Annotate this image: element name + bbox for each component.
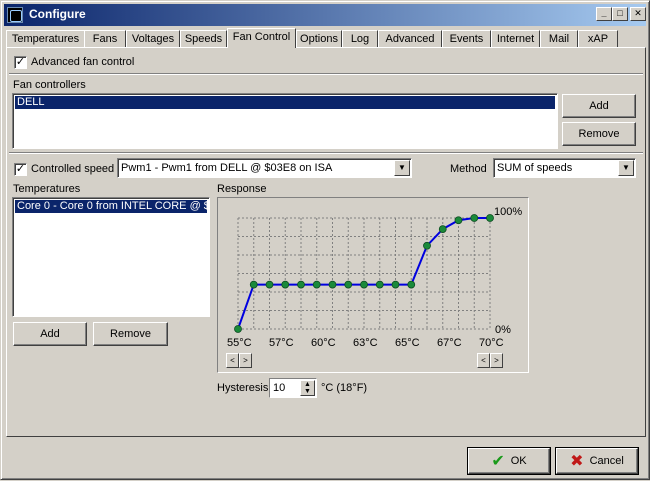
hysteresis-label: Hysteresis: [217, 382, 269, 394]
divider: [9, 73, 643, 75]
method-label: Method: [450, 163, 487, 175]
method-select[interactable]: SUM of speeds ▼: [493, 158, 636, 178]
x-tick-60: 60°C: [311, 337, 336, 349]
tab-options[interactable]: Options: [296, 30, 342, 48]
ok-button[interactable]: ✔ OK: [468, 448, 550, 474]
x-tick-63: 63°C: [353, 337, 378, 349]
divider: [9, 152, 643, 154]
check-icon: ✔: [491, 453, 505, 470]
tab-events[interactable]: Events: [442, 30, 491, 48]
temperatures-list[interactable]: Core 0 - Core 0 from INTEL CORE @ $0: [12, 197, 210, 317]
x-tick-55: 55°C: [227, 337, 252, 349]
chevron-down-icon[interactable]: ▼: [394, 160, 410, 176]
tab-strip: Temperatures Fans Voltages Speeds Fan Co…: [6, 28, 646, 48]
controlled-speed-value: Pwm1 - Pwm1 from DELL @ $03E8 on ISA: [121, 162, 333, 174]
configure-window: Configure _ □ ✕ Temperatures Fans Voltag…: [0, 0, 650, 480]
tab-speeds[interactable]: Speeds: [180, 30, 227, 48]
remove-temperature-button[interactable]: Remove: [93, 322, 168, 346]
add-temperature-button[interactable]: Add: [13, 322, 87, 346]
maximize-button[interactable]: □: [612, 7, 628, 21]
x-tick-67: 67°C: [437, 337, 462, 349]
ok-button-label: OK: [510, 455, 527, 467]
window-title: Configure: [29, 7, 86, 21]
tab-internet[interactable]: Internet: [491, 30, 540, 48]
right-arrow-button[interactable]: >: [239, 353, 252, 368]
tab-fans[interactable]: Fans: [84, 30, 126, 48]
tab-mail[interactable]: Mail: [540, 30, 578, 48]
x-icon: ✖: [570, 453, 584, 470]
close-button[interactable]: ✕: [630, 7, 646, 21]
hysteresis-unit: °C (18°F): [321, 382, 368, 394]
remove-controller-button[interactable]: Remove: [562, 122, 636, 146]
hysteresis-value: 10: [273, 382, 286, 394]
tab-fan-control[interactable]: Fan Control: [227, 28, 296, 48]
chevron-down-icon[interactable]: ▼: [618, 160, 634, 176]
y-min-label: 0%: [495, 324, 511, 336]
cancel-button-label: Cancel: [589, 455, 624, 467]
fan-controllers-list[interactable]: DELL: [12, 93, 558, 149]
add-controller-button[interactable]: Add: [562, 94, 636, 118]
hysteresis-stepper[interactable]: 10 ▲ ▼: [269, 378, 317, 398]
left-arrow-button[interactable]: <: [226, 353, 239, 368]
list-item-core0[interactable]: Core 0 - Core 0 from INTEL CORE @ $0: [15, 200, 207, 213]
advanced-fan-control-label: Advanced fan control: [31, 56, 135, 68]
x-tick-65: 65°C: [395, 337, 420, 349]
y-max-label: 100%: [494, 206, 523, 218]
spin-arrows-icon[interactable]: ▲ ▼: [300, 380, 315, 396]
fan-controllers-label: Fan controllers: [13, 79, 86, 91]
advanced-fan-control-checkbox[interactable]: ✓: [14, 56, 27, 69]
minimize-button[interactable]: _: [596, 7, 612, 21]
method-value: SUM of speeds: [497, 162, 573, 174]
title-bar[interactable]: Configure _ □ ✕: [4, 4, 646, 26]
response-label: Response: [217, 183, 267, 195]
list-item-dell[interactable]: DELL: [15, 96, 555, 109]
cancel-button[interactable]: ✖ Cancel: [556, 448, 638, 474]
tab-voltages[interactable]: Voltages: [126, 30, 180, 48]
tab-log[interactable]: Log: [342, 30, 378, 48]
controlled-speed-label: Controlled speed: [31, 163, 115, 175]
x-tick-57: 57°C: [269, 337, 294, 349]
tab-xap[interactable]: xAP: [578, 30, 618, 48]
left-arrow-button[interactable]: <: [477, 353, 490, 368]
right-arrow-button[interactable]: >: [490, 353, 503, 368]
x-tick-70: 70°C: [479, 337, 504, 349]
app-icon: [7, 7, 23, 23]
tab-temperatures[interactable]: Temperatures: [6, 30, 85, 48]
tab-advanced[interactable]: Advanced: [378, 30, 442, 48]
temperatures-label: Temperatures: [13, 183, 81, 195]
controlled-speed-checkbox[interactable]: ✓: [14, 163, 27, 176]
controlled-speed-select[interactable]: Pwm1 - Pwm1 from DELL @ $03E8 on ISA ▼: [117, 158, 412, 178]
